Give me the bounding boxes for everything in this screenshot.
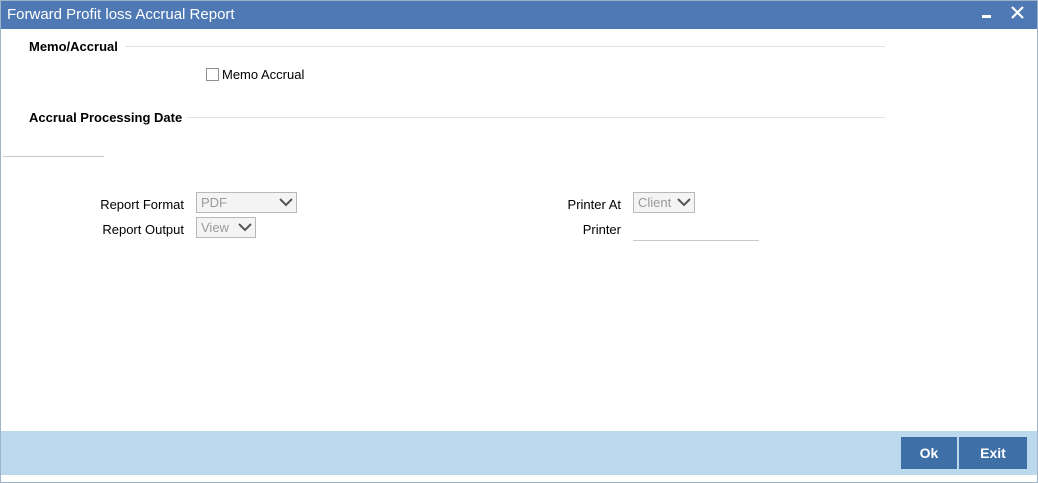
memo-accrual-checkbox[interactable] [206, 68, 219, 81]
printer-at-value: Client [638, 195, 672, 210]
memo-accrual-checkbox-row[interactable]: Memo Accrual [206, 67, 304, 82]
section-title-memo-accrual: Memo/Accrual [29, 39, 118, 54]
report-output-label: Report Output [102, 222, 184, 237]
section-title-accrual-processing-date: Accrual Processing Date [29, 110, 183, 125]
chevron-down-icon [677, 198, 691, 207]
printer-label: Printer [582, 222, 621, 237]
report-output-select[interactable]: View [196, 217, 256, 238]
report-format-label: Report Format [100, 197, 184, 212]
report-format-value: PDF [201, 195, 227, 210]
printer-at-select[interactable]: Client [633, 192, 695, 213]
report-format-select[interactable]: PDF [196, 192, 297, 213]
chevron-down-icon [238, 223, 252, 232]
report-output-value: View [201, 220, 229, 235]
minimize-icon[interactable] [977, 3, 997, 25]
ok-button[interactable]: Ok [901, 437, 957, 469]
memo-accrual-label: Memo Accrual [222, 67, 305, 82]
exit-button[interactable]: Exit [959, 437, 1027, 469]
printer-input[interactable] [633, 219, 759, 241]
close-icon[interactable] [1008, 3, 1028, 25]
footer-bar: Ok Exit [1, 431, 1037, 475]
title-bar[interactable]: Forward Profit loss Accrual Report [1, 1, 1037, 29]
printer-at-label: Printer At [567, 197, 621, 212]
window-title: Forward Profit loss Accrual Report [7, 6, 235, 23]
section-divider [125, 46, 885, 47]
date-field-underline[interactable] [3, 156, 104, 157]
report-window: Forward Profit loss Accrual Report Memo/… [0, 0, 1038, 483]
chevron-down-icon [279, 198, 293, 207]
section-divider [187, 117, 885, 118]
